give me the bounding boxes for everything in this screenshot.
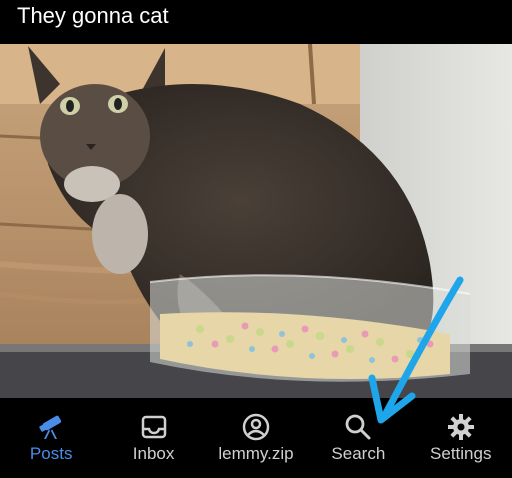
account-icon <box>241 412 271 442</box>
nav-label: Settings <box>430 444 492 463</box>
nav-label: Posts <box>29 444 73 463</box>
gear-icon <box>446 412 476 442</box>
nav-account[interactable]: lemmy.zip <box>206 398 306 478</box>
nav-label: Inbox <box>132 444 175 463</box>
post-header: They gonna cat <box>0 0 512 44</box>
bottom-navigation: Posts Inbox lemmy.zip Search Settings <box>0 398 512 478</box>
post-title: They gonna cat <box>17 3 169 28</box>
telescope-icon <box>36 412 66 442</box>
nav-settings[interactable]: Settings <box>411 398 511 478</box>
nav-inbox[interactable]: Inbox <box>104 398 204 478</box>
inbox-icon <box>139 412 169 442</box>
cat-photo <box>0 44 512 398</box>
post-image[interactable] <box>0 44 512 398</box>
nav-label: Search <box>331 444 386 463</box>
nav-search[interactable]: Search <box>308 398 408 478</box>
nav-label: lemmy.zip <box>218 444 294 463</box>
search-icon <box>343 412 373 442</box>
nav-posts[interactable]: Posts <box>1 398 101 478</box>
